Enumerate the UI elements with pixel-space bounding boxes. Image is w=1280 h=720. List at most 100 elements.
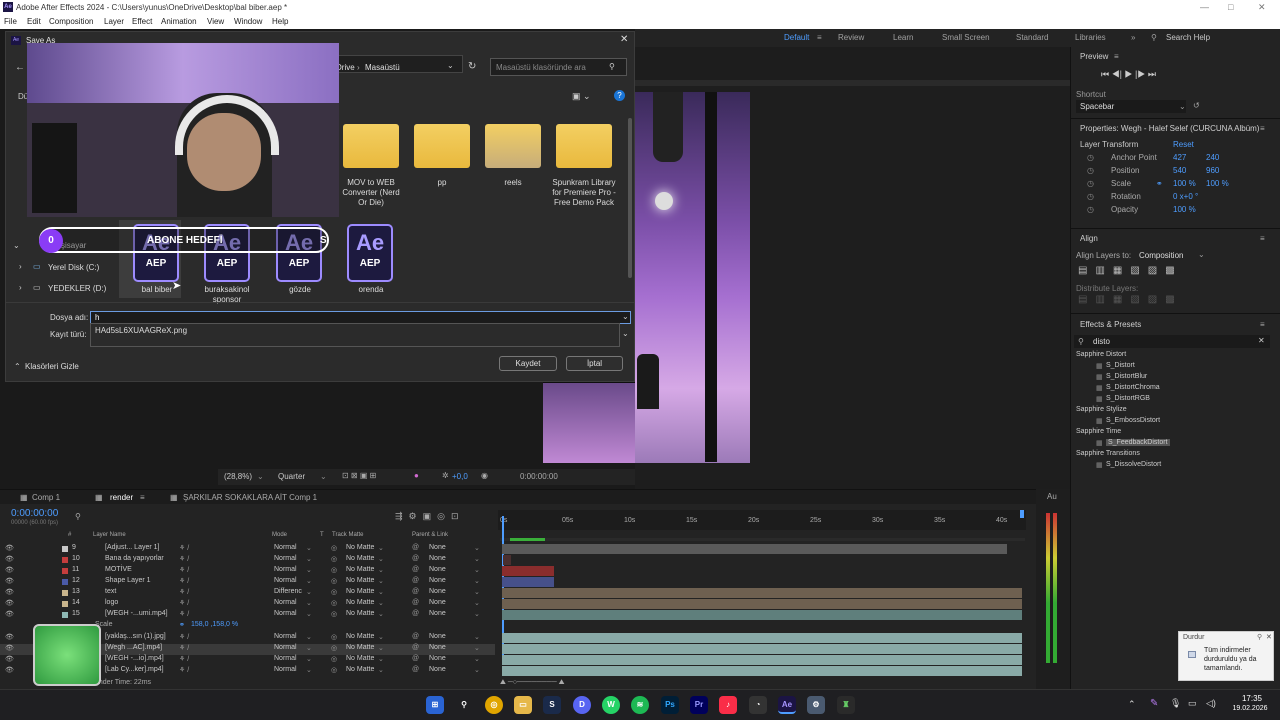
parent-select[interactable]: None xyxy=(429,610,446,617)
effect-item[interactable]: S_EmbossDistort xyxy=(1106,417,1160,424)
tray-icon[interactable]: ✎ xyxy=(1150,698,1158,709)
layer-mode[interactable]: Normal xyxy=(274,610,297,617)
parent-select[interactable]: None xyxy=(429,544,446,551)
workspace-standard[interactable]: Standard xyxy=(1016,33,1048,42)
effect-item[interactable]: S_DissolveDistort xyxy=(1106,461,1161,468)
label-color[interactable] xyxy=(62,546,68,552)
stopwatch-icon[interactable]: ◷ xyxy=(1087,192,1094,201)
parent-select[interactable]: None xyxy=(429,577,446,584)
timeline-tab[interactable]: render xyxy=(110,493,133,502)
shy-icon[interactable]: ⚘ / xyxy=(179,588,189,596)
layer-mode[interactable]: Normal xyxy=(274,655,297,662)
maximize-icon[interactable]: □ xyxy=(1228,2,1233,12)
refresh-icon[interactable]: ↻ xyxy=(468,61,476,72)
file-label[interactable]: gözde xyxy=(264,285,336,295)
menu-icon[interactable]: ≡ xyxy=(1114,52,1119,61)
close-icon[interactable]: ✕ xyxy=(620,34,628,45)
folder-icon[interactable] xyxy=(556,124,612,168)
region-icon[interactable]: ⊡ ⊠ ▣ ⊞ xyxy=(342,471,376,480)
close-icon[interactable]: ✕ xyxy=(1258,2,1266,13)
track-matte[interactable]: No Matte xyxy=(346,555,374,562)
shy-icon[interactable]: ⚘ / xyxy=(179,655,189,663)
workspace-small-screen[interactable]: Small Screen xyxy=(942,33,990,42)
clock-date[interactable]: 19.02.2026 xyxy=(1226,705,1274,712)
chevron-down-icon[interactable]: ⌄ xyxy=(622,312,629,321)
layer-bar[interactable] xyxy=(503,555,511,565)
parent-select[interactable]: None xyxy=(429,599,446,606)
layer-bar[interactable] xyxy=(502,544,1007,554)
track-matte[interactable]: No Matte xyxy=(346,644,374,651)
chevron-down-icon[interactable]: ⌄ xyxy=(1179,102,1186,111)
stopwatch-icon[interactable]: ◷ xyxy=(1087,166,1094,175)
close-icon[interactable]: ✕ xyxy=(1266,633,1272,641)
track-matte[interactable]: No Matte xyxy=(346,610,374,617)
chevron-down-icon[interactable]: ⌄ xyxy=(13,241,20,250)
layer-name[interactable]: Bana da yapıyorlar xyxy=(105,555,164,562)
minimize-icon[interactable]: — xyxy=(1200,2,1209,12)
eye-icon[interactable]: 👁︎ xyxy=(5,544,14,552)
chevron-down-icon[interactable]: ⌄ xyxy=(474,644,480,652)
folder-label[interactable]: MOV to WEB Converter (Nerd Or Die) xyxy=(338,178,404,208)
back-arrow-icon[interactable]: ← xyxy=(15,62,25,73)
reset-link[interactable]: Reset xyxy=(1173,140,1194,149)
work-area-end[interactable] xyxy=(1020,510,1024,518)
menu-composition[interactable]: Composition xyxy=(49,17,93,26)
app-icon[interactable]: ◔ xyxy=(749,696,767,714)
chevron-down-icon[interactable]: ⌄ xyxy=(474,655,480,663)
chevron-right-icon[interactable]: › xyxy=(19,262,22,271)
stopwatch-icon[interactable]: ◷ xyxy=(1087,205,1094,214)
chevron-down-icon[interactable]: ⌄ xyxy=(306,655,312,663)
layer-mode[interactable]: Normal xyxy=(274,633,297,640)
distribute-buttons[interactable]: ▤▥▦▧▨▩ xyxy=(1078,294,1183,305)
clock-time[interactable]: 17:35 xyxy=(1232,694,1272,703)
shortcut-select[interactable]: Spacebar xyxy=(1080,102,1114,111)
hide-folders-button[interactable]: Klasörleri Gizle xyxy=(25,362,79,371)
workspace-menu-icon[interactable]: ≡ xyxy=(817,33,822,42)
file-label[interactable]: orenda xyxy=(335,285,407,295)
viewer-timecode[interactable]: 0:00:00:00 xyxy=(520,472,558,481)
volume-icon[interactable]: ◁) xyxy=(1206,698,1216,709)
steam-icon[interactable]: S xyxy=(543,696,561,714)
chevron-up-icon[interactable]: ⌃ xyxy=(1128,699,1136,710)
pickwhip-icon[interactable]: @ xyxy=(412,588,419,595)
search-icon[interactable]: ⚲ xyxy=(1151,33,1157,42)
effects-group[interactable]: Sapphire Transitions xyxy=(1076,450,1140,457)
layer-bar[interactable] xyxy=(502,610,1022,620)
premiere-icon[interactable]: Pr xyxy=(690,696,708,714)
property-value[interactable]: 100 % xyxy=(1173,179,1196,188)
layer-name[interactable]: [Wegh ...AC].mp4] xyxy=(105,644,162,651)
label-color[interactable] xyxy=(62,568,68,574)
exposure-value[interactable]: +0,0 xyxy=(452,472,468,481)
parent-select[interactable]: None xyxy=(429,633,446,640)
scrollbar[interactable] xyxy=(628,118,632,278)
chevron-down-icon[interactable]: ⌄ xyxy=(306,566,312,574)
chevron-down-icon[interactable]: ⌄ xyxy=(378,655,384,663)
align-to-select[interactable]: Composition xyxy=(1139,251,1183,260)
effects-group[interactable]: Sapphire Time xyxy=(1076,428,1121,435)
parent-select[interactable]: None xyxy=(429,566,446,573)
eye-icon[interactable]: 👁︎ xyxy=(5,610,14,618)
zoom-select[interactable]: (28,8%) xyxy=(224,472,252,481)
file-explorer-icon[interactable]: ▭ xyxy=(514,696,532,714)
view-icon[interactable]: ▣ ⌄ xyxy=(572,91,591,102)
pickwhip-icon[interactable]: @ xyxy=(412,644,419,651)
menu-view[interactable]: View xyxy=(207,17,224,26)
layer-name[interactable]: Shape Layer 1 xyxy=(105,577,151,584)
pin-icon[interactable]: ⚲ xyxy=(1257,633,1262,641)
menu-icon[interactable]: ≡ xyxy=(1260,124,1265,133)
pickwhip-icon[interactable]: @ xyxy=(412,544,419,551)
chevron-down-icon[interactable]: ⌄ xyxy=(378,555,384,563)
track-matte[interactable]: No Matte xyxy=(346,544,374,551)
aep-file-icon[interactable]: Ae AEP xyxy=(347,224,393,282)
folder-icon[interactable] xyxy=(343,124,399,168)
layer-bar[interactable] xyxy=(502,588,1022,598)
chevron-down-icon[interactable]: ⌄ xyxy=(474,633,480,641)
shy-icon[interactable]: ⚘ / xyxy=(179,555,189,563)
label-color[interactable] xyxy=(62,601,68,607)
composition-viewer[interactable] xyxy=(543,80,1070,480)
chevron-down-icon[interactable]: ⌄ xyxy=(474,610,480,618)
layer-mode[interactable]: Normal xyxy=(274,566,297,573)
pickwhip-icon[interactable]: @ xyxy=(412,610,419,617)
chevron-down-icon[interactable]: ⌄ xyxy=(474,666,480,674)
chevron-down-icon[interactable]: ⌄ xyxy=(1198,250,1205,259)
